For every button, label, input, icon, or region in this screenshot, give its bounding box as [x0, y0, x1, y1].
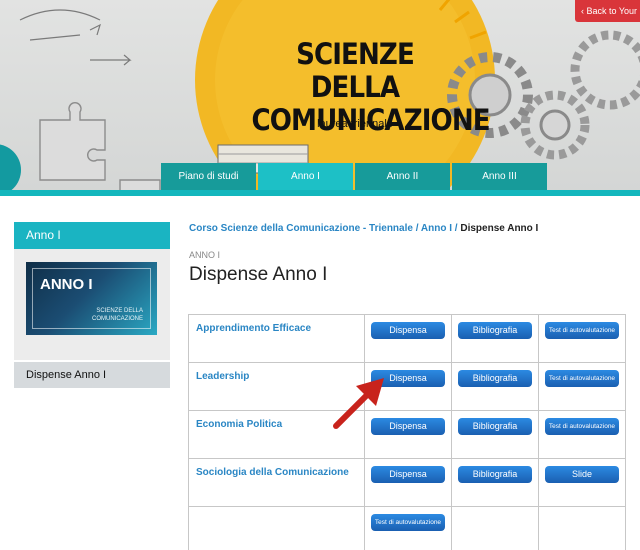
- sidebar-thumbnail[interactable]: ANNO I SCIENZE DELLA COMUNICAZIONE: [26, 262, 157, 335]
- thumbnail-subtitle: SCIENZE DELLA COMUNICAZIONE: [92, 308, 143, 322]
- tab-anno-1[interactable]: Anno I: [258, 163, 353, 190]
- breadcrumb: Corso Scienze della Comunicazione - Trie…: [189, 223, 538, 234]
- back-button[interactable]: ‹ Back to Your: [575, 0, 640, 22]
- tab-anno-2[interactable]: Anno II: [355, 163, 450, 190]
- breadcrumb-current: Dispense Anno I: [460, 223, 539, 234]
- tab-anno-3[interactable]: Anno III: [452, 163, 547, 190]
- table-row: Sociologia della Comunicazione Dispensa …: [188, 458, 626, 507]
- dispensa-button[interactable]: Dispensa: [371, 466, 445, 483]
- red-arrow-icon: [333, 378, 384, 429]
- bibliografia-button[interactable]: Bibliografia: [458, 418, 532, 435]
- table-row: Apprendimento Efficace Dispensa Bibliogr…: [188, 314, 626, 363]
- sidebar-item-dispense[interactable]: Dispense Anno I: [14, 362, 170, 388]
- test-autovalutazione-button[interactable]: Test di autovalutazione: [545, 370, 619, 387]
- hero-subtitle: laurea triennale: [317, 118, 393, 130]
- page-title: Dispense Anno I: [189, 264, 328, 285]
- test-autovalutazione-button[interactable]: Test di autovalutazione: [545, 322, 619, 339]
- sidebar-heading: Anno I: [14, 222, 170, 249]
- subject-label[interactable]: Apprendimento Efficace: [189, 315, 364, 334]
- tab-piano-di-studi[interactable]: Piano di studi: [161, 163, 256, 190]
- test-autovalutazione-button[interactable]: Test di autovalutazione: [371, 514, 445, 531]
- nav-tabs: Piano di studi Anno I Anno II Anno III: [161, 163, 549, 190]
- dispense-table: Apprendimento Efficace Dispensa Bibliogr…: [188, 314, 626, 550]
- table-row: Economia Politica Dispensa Bibliografia …: [188, 410, 626, 459]
- test-autovalutazione-button[interactable]: Test di autovalutazione: [545, 418, 619, 435]
- page-eyebrow: ANNO I: [189, 250, 221, 260]
- table-row: Leadership Dispensa Bibliografia Test di…: [188, 362, 626, 411]
- thumbnail-title: ANNO I: [40, 276, 93, 293]
- bibliografia-button[interactable]: Bibliografia: [458, 466, 532, 483]
- breadcrumb-path[interactable]: Corso Scienze della Comunicazione - Trie…: [189, 223, 458, 234]
- slide-button[interactable]: Slide: [545, 466, 619, 483]
- sidebar-card: ANNO I SCIENZE DELLA COMUNICAZIONE: [14, 249, 170, 360]
- nav-underline: [0, 190, 640, 196]
- subject-label[interactable]: Sociologia della Comunicazione: [189, 459, 364, 478]
- bibliografia-button[interactable]: Bibliografia: [458, 370, 532, 387]
- bibliografia-button[interactable]: Bibliografia: [458, 322, 532, 339]
- table-row: Test di autovalutazione: [188, 506, 626, 550]
- dispensa-button[interactable]: Dispensa: [371, 322, 445, 339]
- hero-title-line1: SCIENZE DELLA: [296, 37, 415, 104]
